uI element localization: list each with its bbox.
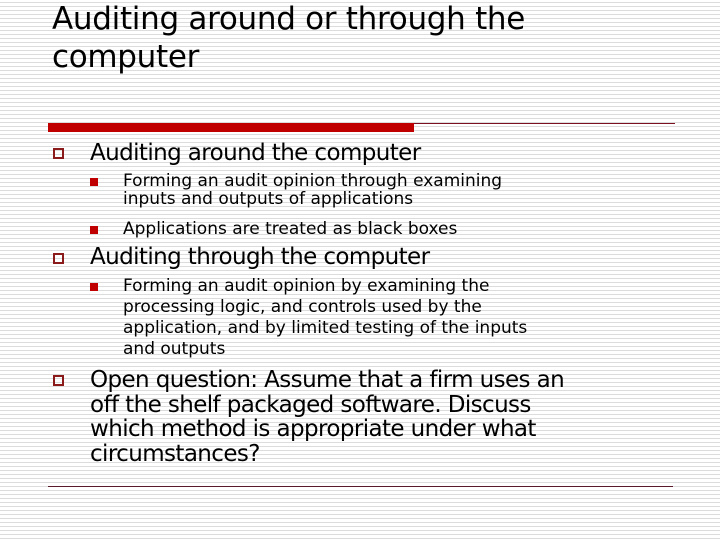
hollow-square-bullet-icon (53, 148, 64, 159)
sub-bullet-text: and outputs (123, 339, 226, 359)
slide-title-line: Auditing around or through the (52, 1, 526, 37)
sub-bullet-text: Applications are treated as black boxes (123, 219, 458, 239)
sub-bullet-text: processing logic, and controls used by t… (123, 297, 482, 317)
bullet-text: Auditing through the computer (90, 244, 430, 270)
title-accent-bar (48, 123, 414, 132)
bullet-text: Open question: Assume that a firm uses a… (90, 367, 565, 393)
sub-bullet-text: Forming an audit opinion by examining th… (123, 276, 490, 296)
filled-square-bullet-icon (90, 283, 98, 291)
hollow-square-bullet-icon (53, 375, 64, 386)
bullet-text: which method is appropriate under what (90, 416, 536, 442)
hollow-square-bullet-icon (53, 253, 64, 264)
bullet-text: circumstances? (90, 440, 260, 467)
slide-title-line: computer (52, 39, 200, 75)
sub-bullet-text: inputs and outputs of applications (123, 189, 414, 209)
filled-square-bullet-icon (90, 226, 98, 234)
bullet-text: Auditing around the computer (90, 140, 421, 166)
slide-title: Auditing around or through the computer (52, 0, 672, 76)
footer-divider-line (48, 486, 673, 487)
filled-square-bullet-icon (90, 178, 98, 186)
title-divider-line (414, 123, 675, 124)
sub-bullet-text: application, and by limited testing of t… (123, 318, 528, 338)
bullet-text: off the shelf packaged software. Discuss (90, 391, 531, 418)
sub-bullet-text: Forming an audit opinion through examini… (123, 171, 503, 191)
